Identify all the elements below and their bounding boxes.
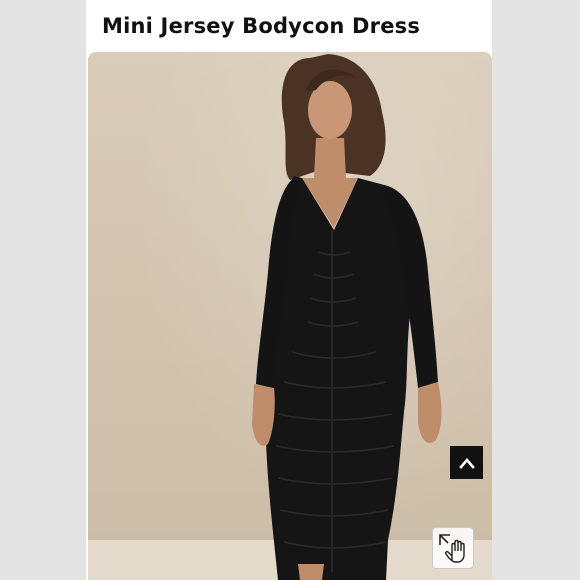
expand-hand-pointer-icon [439,534,465,563]
right-hand [418,382,442,444]
product-card: Mini Jersey Bodycon Dress [86,0,492,580]
expand-image-button[interactable] [432,527,474,569]
neck [314,138,346,178]
page-background-right [492,0,580,580]
product-image[interactable] [88,52,492,580]
scroll-to-top-button[interactable] [450,446,483,479]
chevron-up-icon [458,457,475,469]
legs [298,564,324,580]
model-figure [252,54,442,580]
page-background-left [0,0,86,580]
product-title: Mini Jersey Bodycon Dress [102,14,421,38]
